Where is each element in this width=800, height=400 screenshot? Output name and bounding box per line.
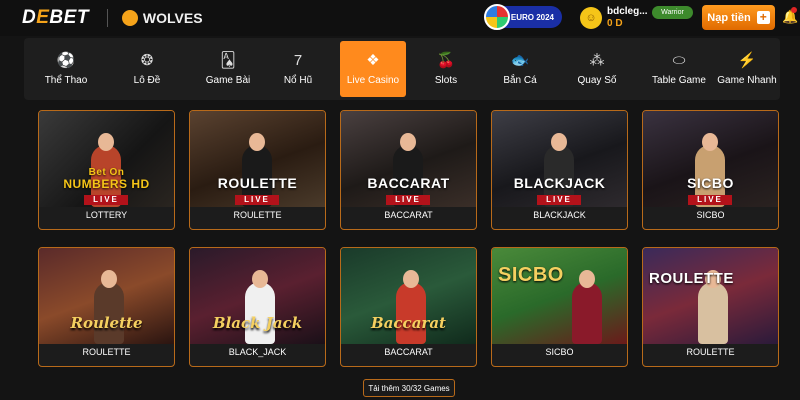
game-label: ROULETTE [233, 210, 282, 220]
game-label: BACCARAT [384, 210, 433, 220]
game-art-title: SICBO [498, 264, 564, 286]
notification-dot [791, 7, 797, 13]
live-badge: LIVE [235, 195, 279, 205]
game-art-title: SICBO [687, 175, 734, 191]
nav-icon: ⁂ [589, 51, 605, 69]
nav-label: Live Casino [346, 74, 400, 86]
nav-item-live-casino[interactable]: ❖ Live Casino [340, 41, 406, 97]
game-label: ROULETTE [686, 347, 735, 357]
nav-label: Thể Thao [44, 74, 88, 86]
wolf-icon [121, 10, 138, 26]
live-badge: LIVE [386, 195, 430, 205]
game-art-title: Roulette [70, 314, 143, 332]
partner-logo: WOLVES [121, 10, 203, 26]
nav-icon: 🐟 [510, 51, 530, 69]
game-thumbnail: Roulette [39, 248, 174, 344]
game-thumbnail: Black Jack [190, 248, 325, 344]
nav-label: Quay Số [577, 74, 617, 86]
nav-icon: ❂ [140, 51, 154, 69]
nav-item-game-bài[interactable]: 🂡 Game Bài [190, 41, 266, 97]
username[interactable]: bdcleg... [607, 6, 648, 17]
game-thumbnail: Bet On NUMBERS HD LIVE [39, 111, 174, 207]
game-label: SICBO [696, 210, 725, 220]
nav-item-slots[interactable]: 🍒 Slots [416, 41, 476, 97]
rank-badge: Warrior [652, 6, 693, 19]
game-label: ROULETTE [82, 347, 131, 357]
game-thumbnail: BACCARAT LIVE [341, 111, 476, 207]
nav-item-table-game[interactable]: ⬭ Table Game [640, 41, 718, 97]
game-thumbnail: Baccarat [341, 248, 476, 344]
site-logo[interactable]: DEBET [22, 7, 89, 29]
game-card-baccarat[interactable]: BACCARAT LIVE BACCARAT [340, 110, 477, 230]
game-label: BLACKJACK [533, 210, 586, 220]
game-art-title: ROULETTE [649, 270, 734, 287]
game-card-roulette[interactable]: ROULETTE LIVE ROULETTE [189, 110, 326, 230]
game-art-title: BLACKJACK [513, 175, 606, 191]
nav-label: Nổ Hũ [283, 74, 313, 86]
logo-divider [106, 9, 108, 27]
dealer-figure [698, 270, 728, 344]
dealer-figure [245, 270, 275, 344]
dealer-figure [572, 270, 602, 344]
nav-label: Table Game [652, 74, 706, 86]
nav-item-thể-thao[interactable]: ⚽ Thể Thao [36, 41, 96, 97]
game-art-title: NUMBERS HD [63, 177, 150, 191]
category-nav: ⚽ Thể Thao ❂ Lô Đề 🂡 Game Bài 7 Nổ Hũ ❖ Live Casi… [24, 38, 780, 100]
dealer-figure [396, 270, 426, 344]
nav-item-game-nhanh[interactable]: ⚡ Game Nhanh [716, 41, 778, 97]
game-thumbnail: BLACKJACK LIVE [492, 111, 627, 207]
nav-icon: ⚽ [56, 51, 76, 69]
nav-icon: ❖ [366, 51, 380, 69]
user-avatar[interactable]: ☺ [580, 7, 602, 29]
nav-icon: ⬭ [672, 51, 686, 69]
game-card-roulette[interactable]: Roulette ROULETTE [38, 247, 175, 367]
nav-icon: 🂡 [220, 51, 236, 69]
nav-label: Game Nhanh [717, 74, 777, 86]
nav-item-nổ-hũ[interactable]: 7 Nổ Hũ [274, 41, 322, 97]
dealer-figure [94, 270, 124, 344]
game-card-sicbo[interactable]: SICBO LIVE SICBO [642, 110, 779, 230]
nav-item-lô-đề[interactable]: ❂ Lô Đề [114, 41, 180, 97]
game-card-baccarat[interactable]: Baccarat BACCARAT [340, 247, 477, 367]
balance: 0 D [607, 18, 623, 29]
game-card-lottery[interactable]: Bet On NUMBERS HD LIVE LOTTERY [38, 110, 175, 230]
nav-item-quay-số[interactable]: ⁂ Quay Số [560, 41, 634, 97]
load-more-button[interactable]: Tải thêm 30/32 Games [363, 379, 455, 397]
nav-icon: 🍒 [436, 51, 456, 69]
deposit-button[interactable]: Nạp tiền + [702, 5, 775, 30]
plus-icon: + [756, 11, 770, 24]
game-card-blackjack[interactable]: BLACKJACK LIVE BLACKJACK [491, 110, 628, 230]
nav-item-bắn-cá[interactable]: 🐟 Bắn Cá [482, 41, 558, 97]
euro-2024-badge[interactable]: EURO 2024 [484, 4, 562, 30]
game-card-sicbo[interactable]: SICBO SICBO [491, 247, 628, 367]
nav-label: Slots [434, 74, 458, 86]
game-thumbnail: SICBO LIVE [643, 111, 778, 207]
game-art-title: Baccarat [371, 314, 446, 332]
game-thumbnail: SICBO [492, 248, 627, 344]
nav-label: Bắn Cá [503, 74, 537, 86]
live-badge: LIVE [688, 195, 732, 205]
game-label: BLACK_JACK [228, 347, 287, 357]
game-art-title: ROULETTE [217, 175, 298, 191]
game-card-roulette[interactable]: ROULETTE ROULETTE [642, 247, 779, 367]
live-badge: LIVE [537, 195, 581, 205]
nav-label: Lô Đề [133, 74, 161, 86]
nav-icon: ⚡ [737, 51, 757, 69]
game-label: BACCARAT [384, 347, 433, 357]
game-art-title: Black Jack [212, 314, 303, 332]
game-card-black-jack[interactable]: Black Jack BLACK_JACK [189, 247, 326, 367]
nav-icon: 7 [293, 51, 303, 69]
game-label: SICBO [545, 347, 574, 357]
live-badge: LIVE [84, 195, 128, 205]
game-thumbnail: ROULETTE LIVE [190, 111, 325, 207]
game-art-title: BACCARAT [367, 175, 450, 191]
football-icon [484, 4, 510, 30]
game-thumbnail: ROULETTE [643, 248, 778, 344]
nav-label: Game Bài [205, 74, 251, 86]
game-label: LOTTERY [85, 210, 128, 220]
